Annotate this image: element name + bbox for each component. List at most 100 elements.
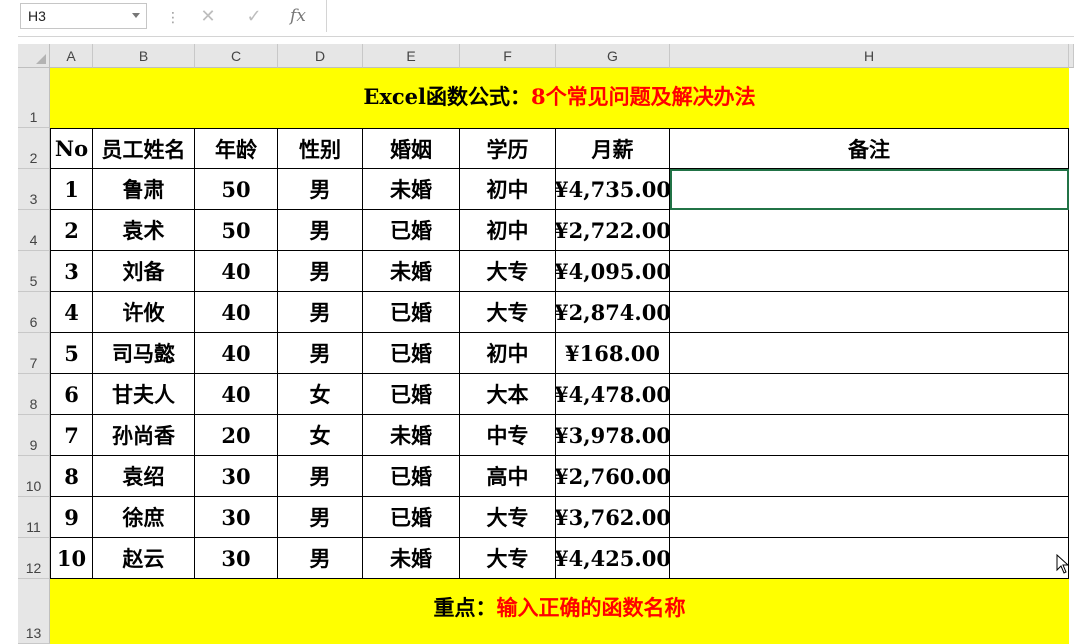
table-cell[interactable] (670, 333, 1069, 374)
table-cell[interactable]: 刘备 (93, 251, 195, 292)
row-header-3[interactable]: 3 (18, 169, 50, 210)
table-cell[interactable]: ¥2,760.00 (556, 456, 670, 497)
formula-input[interactable] (326, 0, 1074, 32)
column-header-h[interactable]: H (670, 44, 1069, 68)
table-cell[interactable] (670, 456, 1069, 497)
title-banner[interactable]: Excel函数公式：8个常见问题及解决办法 (50, 68, 1069, 128)
table-cell[interactable]: 大专 (460, 251, 556, 292)
table-cell[interactable]: 9 (50, 497, 93, 538)
row-header-4[interactable]: 4 (18, 210, 50, 251)
table-cell[interactable]: ¥4,735.00 (556, 169, 670, 210)
table-cell[interactable]: 男 (278, 292, 363, 333)
table-cell[interactable]: 大专 (460, 538, 556, 579)
row-header-5[interactable]: 5 (18, 251, 50, 292)
table-header-cell[interactable]: No (50, 128, 93, 169)
table-cell[interactable]: ¥4,095.00 (556, 251, 670, 292)
column-header-g[interactable]: G (556, 44, 670, 68)
table-cell[interactable]: 高中 (460, 456, 556, 497)
table-cell[interactable]: 已婚 (363, 292, 460, 333)
table-cell[interactable] (670, 374, 1069, 415)
table-cell[interactable]: 5 (50, 333, 93, 374)
table-cell[interactable]: 2 (50, 210, 93, 251)
table-cell[interactable]: 孙尚香 (93, 415, 195, 456)
row-header-8[interactable]: 8 (18, 374, 50, 415)
table-cell[interactable]: 1 (50, 169, 93, 210)
table-cell[interactable] (670, 210, 1069, 251)
table-cell[interactable]: 40 (195, 333, 278, 374)
table-cell[interactable]: ¥4,478.00 (556, 374, 670, 415)
row-header-2[interactable]: 2 (18, 128, 50, 169)
table-cell[interactable]: 已婚 (363, 374, 460, 415)
table-cell[interactable] (670, 251, 1069, 292)
row-header-6[interactable]: 6 (18, 292, 50, 333)
row-header-11[interactable]: 11 (18, 497, 50, 538)
table-cell[interactable]: 已婚 (363, 497, 460, 538)
table-header-cell[interactable]: 员工姓名 (93, 128, 195, 169)
table-header-cell[interactable]: 备注 (670, 128, 1069, 169)
table-cell[interactable]: ¥3,762.00 (556, 497, 670, 538)
table-cell[interactable] (670, 292, 1069, 333)
table-cell[interactable]: 已婚 (363, 456, 460, 497)
table-cell[interactable]: ¥4,425.00 (556, 538, 670, 579)
table-header-cell[interactable]: 月薪 (556, 128, 670, 169)
table-cell[interactable]: ¥3,978.00 (556, 415, 670, 456)
table-header-cell[interactable]: 学历 (460, 128, 556, 169)
row-header-10[interactable]: 10 (18, 456, 50, 497)
table-cell[interactable]: 已婚 (363, 333, 460, 374)
cancel-icon[interactable]: ✕ (193, 3, 223, 29)
table-cell[interactable]: 鲁肃 (93, 169, 195, 210)
row-header-13[interactable]: 13 (18, 579, 50, 644)
table-cell[interactable]: 10 (50, 538, 93, 579)
table-header-cell[interactable]: 年龄 (195, 128, 278, 169)
table-cell[interactable]: 初中 (460, 333, 556, 374)
table-cell[interactable]: ¥168.00 (556, 333, 670, 374)
table-cell[interactable]: ¥2,874.00 (556, 292, 670, 333)
table-cell[interactable]: 男 (278, 169, 363, 210)
table-cell[interactable]: 初中 (460, 210, 556, 251)
table-cell[interactable]: 50 (195, 169, 278, 210)
table-header-cell[interactable]: 婚姻 (363, 128, 460, 169)
table-cell[interactable]: 20 (195, 415, 278, 456)
table-cell[interactable]: 许攸 (93, 292, 195, 333)
column-header-b[interactable]: B (93, 44, 195, 68)
table-cell[interactable] (670, 538, 1069, 579)
table-cell[interactable]: 8 (50, 456, 93, 497)
table-cell[interactable]: 男 (278, 251, 363, 292)
table-cell[interactable]: 甘夫人 (93, 374, 195, 415)
table-cell[interactable]: 男 (278, 210, 363, 251)
column-header-a[interactable]: A (50, 44, 93, 68)
table-cell[interactable]: 大专 (460, 292, 556, 333)
row-header-7[interactable]: 7 (18, 333, 50, 374)
table-header-cell[interactable]: 性别 (278, 128, 363, 169)
row-header-12[interactable]: 12 (18, 538, 50, 579)
table-cell[interactable]: 初中 (460, 169, 556, 210)
table-cell[interactable]: 男 (278, 456, 363, 497)
select-all-button[interactable] (18, 44, 50, 68)
table-cell[interactable]: 30 (195, 497, 278, 538)
table-cell[interactable]: ¥2,722.00 (556, 210, 670, 251)
table-cell[interactable]: 30 (195, 538, 278, 579)
table-cell[interactable]: 男 (278, 333, 363, 374)
enter-icon[interactable]: ✓ (239, 3, 269, 29)
table-cell[interactable]: 40 (195, 374, 278, 415)
footer-banner[interactable]: 重点：输入正确的函数名称 (50, 579, 1069, 644)
chevron-down-icon[interactable] (132, 13, 140, 18)
table-cell[interactable]: 40 (195, 292, 278, 333)
column-header-d[interactable]: D (278, 44, 363, 68)
drag-handle-icon[interactable]: ⋮ (166, 9, 180, 26)
table-cell[interactable]: 6 (50, 374, 93, 415)
table-cell[interactable]: 女 (278, 374, 363, 415)
table-cell[interactable]: 7 (50, 415, 93, 456)
column-header-f[interactable]: F (460, 44, 556, 68)
table-cell[interactable]: 男 (278, 538, 363, 579)
table-cell[interactable]: 未婚 (363, 251, 460, 292)
column-header-e[interactable]: E (363, 44, 460, 68)
table-cell[interactable]: 男 (278, 497, 363, 538)
table-cell[interactable]: 未婚 (363, 169, 460, 210)
table-cell[interactable]: 已婚 (363, 210, 460, 251)
table-cell[interactable]: 中专 (460, 415, 556, 456)
table-cell[interactable] (670, 169, 1069, 210)
table-cell[interactable]: 4 (50, 292, 93, 333)
table-cell[interactable]: 未婚 (363, 538, 460, 579)
table-cell[interactable]: 30 (195, 456, 278, 497)
